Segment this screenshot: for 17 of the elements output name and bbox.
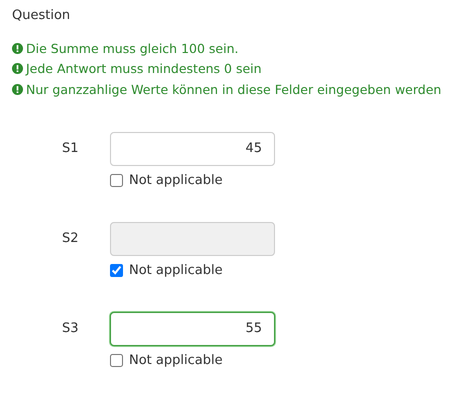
checkbox[interactable] bbox=[110, 174, 123, 186]
field-label: S3 bbox=[61, 320, 80, 338]
field-label: S2 bbox=[61, 230, 80, 248]
exclamation-circle-icon bbox=[12, 63, 23, 74]
validation-message: Die Summe muss gleich 100 sein. bbox=[26, 40, 238, 56]
validation-message: Jede Antwort muss mindestens 0 sein bbox=[26, 61, 262, 76]
field-label: S1 bbox=[61, 140, 80, 158]
checkbox[interactable] bbox=[110, 354, 123, 366]
number-input[interactable]: 55 bbox=[110, 312, 275, 346]
validation-message: Nur ganzzahlige Werte können in diese Felder eingegeben werden bbox=[26, 82, 442, 97]
checkbox-label: Not applicable bbox=[129, 262, 223, 278]
question-title: Question bbox=[12, 8, 72, 23]
exclamation-circle-icon bbox=[12, 84, 23, 95]
checkbox-label: Not applicable bbox=[129, 172, 223, 188]
checkbox-label: Not applicable bbox=[129, 352, 223, 368]
exclamation-circle-icon bbox=[12, 42, 23, 54]
number-input[interactable]: 45 bbox=[110, 132, 275, 166]
